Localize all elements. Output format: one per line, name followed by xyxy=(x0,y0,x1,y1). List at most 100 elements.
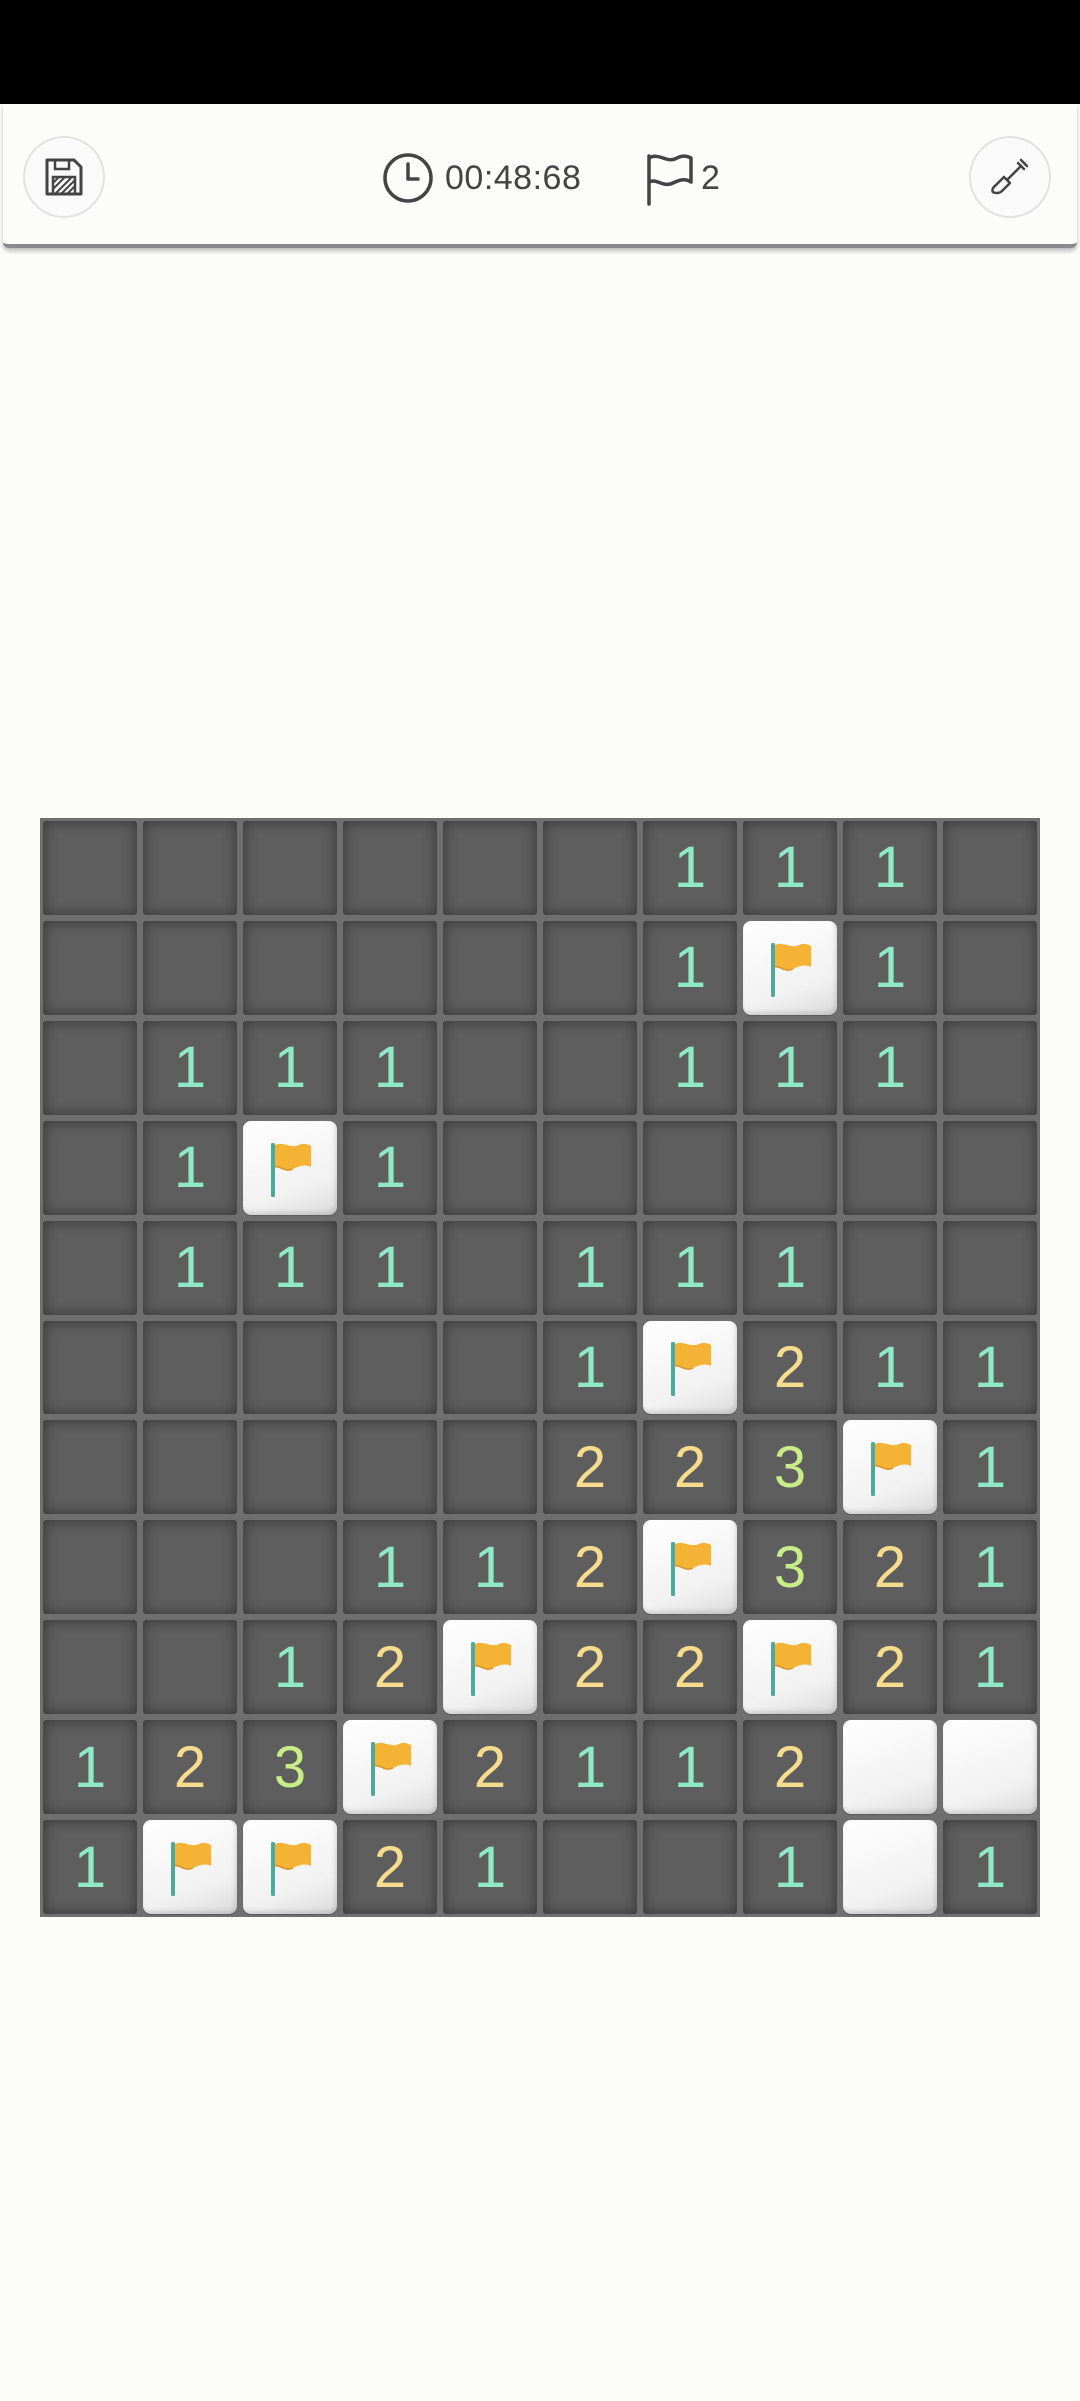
flagged-cell[interactable] xyxy=(643,1520,737,1615)
number-cell[interactable]: 1 xyxy=(343,1020,437,1115)
number-cell[interactable]: 1 xyxy=(443,1520,537,1615)
covered-cell[interactable] xyxy=(43,1420,137,1515)
covered-cell[interactable] xyxy=(43,1520,137,1615)
covered-cell[interactable] xyxy=(243,1320,337,1415)
number-cell[interactable]: 2 xyxy=(143,1720,237,1815)
number-cell[interactable]: 1 xyxy=(943,1820,1037,1914)
flagged-cell[interactable] xyxy=(243,1820,337,1914)
flagged-cell[interactable] xyxy=(743,1620,837,1715)
covered-cell[interactable] xyxy=(143,821,237,915)
covered-cell[interactable] xyxy=(943,920,1037,1015)
covered-cell[interactable] xyxy=(143,1320,237,1415)
number-cell[interactable]: 1 xyxy=(943,1620,1037,1715)
covered-cell[interactable] xyxy=(343,1320,437,1415)
number-cell[interactable]: 1 xyxy=(43,1720,137,1815)
covered-cell[interactable] xyxy=(743,1120,837,1215)
number-cell[interactable]: 1 xyxy=(643,821,737,915)
covered-cell[interactable] xyxy=(643,1120,737,1215)
number-cell[interactable]: 1 xyxy=(243,1620,337,1715)
number-cell[interactable]: 2 xyxy=(843,1520,937,1615)
number-cell[interactable]: 1 xyxy=(343,1120,437,1215)
number-cell[interactable]: 2 xyxy=(643,1620,737,1715)
covered-cell[interactable] xyxy=(643,1820,737,1914)
covered-cell[interactable] xyxy=(443,1320,537,1415)
number-cell[interactable]: 2 xyxy=(443,1720,537,1815)
number-cell[interactable]: 1 xyxy=(643,1220,737,1315)
covered-cell[interactable] xyxy=(943,1020,1037,1115)
covered-cell[interactable] xyxy=(143,920,237,1015)
flagged-cell[interactable] xyxy=(443,1620,537,1715)
covered-cell[interactable] xyxy=(43,1220,137,1315)
covered-cell[interactable] xyxy=(443,1220,537,1315)
number-cell[interactable]: 1 xyxy=(743,821,837,915)
number-cell[interactable]: 1 xyxy=(643,1020,737,1115)
number-cell[interactable]: 1 xyxy=(743,1820,837,1914)
covered-cell[interactable] xyxy=(243,1520,337,1615)
covered-cell[interactable] xyxy=(243,821,337,915)
number-cell[interactable]: 1 xyxy=(443,1820,537,1914)
number-cell[interactable]: 1 xyxy=(243,1020,337,1115)
number-cell[interactable]: 1 xyxy=(743,1220,837,1315)
covered-cell[interactable] xyxy=(443,920,537,1015)
number-cell[interactable]: 2 xyxy=(543,1620,637,1715)
number-cell[interactable]: 1 xyxy=(143,1220,237,1315)
covered-cell[interactable] xyxy=(243,920,337,1015)
covered-cell[interactable] xyxy=(43,920,137,1015)
flagged-cell[interactable] xyxy=(643,1320,737,1415)
number-cell[interactable]: 1 xyxy=(543,1220,637,1315)
flagged-cell[interactable] xyxy=(843,1420,937,1515)
covered-cell[interactable] xyxy=(343,821,437,915)
raised-cell[interactable] xyxy=(943,1720,1037,1815)
covered-cell[interactable] xyxy=(843,1120,937,1215)
number-cell[interactable]: 1 xyxy=(843,1020,937,1115)
number-cell[interactable]: 3 xyxy=(743,1520,837,1615)
number-cell[interactable]: 3 xyxy=(743,1420,837,1515)
number-cell[interactable]: 1 xyxy=(143,1020,237,1115)
number-cell[interactable]: 2 xyxy=(343,1820,437,1914)
covered-cell[interactable] xyxy=(43,1620,137,1715)
number-cell[interactable]: 1 xyxy=(343,1520,437,1615)
number-cell[interactable]: 1 xyxy=(43,1820,137,1914)
covered-cell[interactable] xyxy=(43,1320,137,1415)
covered-cell[interactable] xyxy=(443,1120,537,1215)
number-cell[interactable]: 2 xyxy=(543,1520,637,1615)
raised-cell[interactable] xyxy=(843,1820,937,1914)
covered-cell[interactable] xyxy=(543,821,637,915)
number-cell[interactable]: 1 xyxy=(843,1320,937,1415)
covered-cell[interactable] xyxy=(843,1220,937,1315)
save-button[interactable] xyxy=(23,136,105,218)
covered-cell[interactable] xyxy=(143,1420,237,1515)
number-cell[interactable]: 1 xyxy=(543,1720,637,1815)
covered-cell[interactable] xyxy=(443,1420,537,1515)
number-cell[interactable]: 1 xyxy=(943,1520,1037,1615)
raised-cell[interactable] xyxy=(843,1720,937,1815)
number-cell[interactable]: 1 xyxy=(943,1420,1037,1515)
number-cell[interactable]: 2 xyxy=(543,1420,637,1515)
covered-cell[interactable] xyxy=(43,821,137,915)
number-cell[interactable]: 2 xyxy=(843,1620,937,1715)
flagged-cell[interactable] xyxy=(143,1820,237,1914)
number-cell[interactable]: 2 xyxy=(743,1720,837,1815)
covered-cell[interactable] xyxy=(243,1420,337,1515)
flagged-cell[interactable] xyxy=(743,920,837,1015)
dig-mode-button[interactable] xyxy=(969,136,1051,218)
covered-cell[interactable] xyxy=(943,1220,1037,1315)
number-cell[interactable]: 1 xyxy=(743,1020,837,1115)
flagged-cell[interactable] xyxy=(243,1120,337,1215)
covered-cell[interactable] xyxy=(143,1620,237,1715)
number-cell[interactable]: 1 xyxy=(643,1720,737,1815)
covered-cell[interactable] xyxy=(343,920,437,1015)
number-cell[interactable]: 3 xyxy=(243,1720,337,1815)
number-cell[interactable]: 2 xyxy=(743,1320,837,1415)
number-cell[interactable]: 1 xyxy=(243,1220,337,1315)
covered-cell[interactable] xyxy=(43,1020,137,1115)
covered-cell[interactable] xyxy=(543,1120,637,1215)
number-cell[interactable]: 1 xyxy=(843,821,937,915)
covered-cell[interactable] xyxy=(943,1120,1037,1215)
covered-cell[interactable] xyxy=(143,1520,237,1615)
covered-cell[interactable] xyxy=(543,1020,637,1115)
covered-cell[interactable] xyxy=(443,1020,537,1115)
number-cell[interactable]: 1 xyxy=(843,920,937,1015)
covered-cell[interactable] xyxy=(443,821,537,915)
flagged-cell[interactable] xyxy=(343,1720,437,1815)
